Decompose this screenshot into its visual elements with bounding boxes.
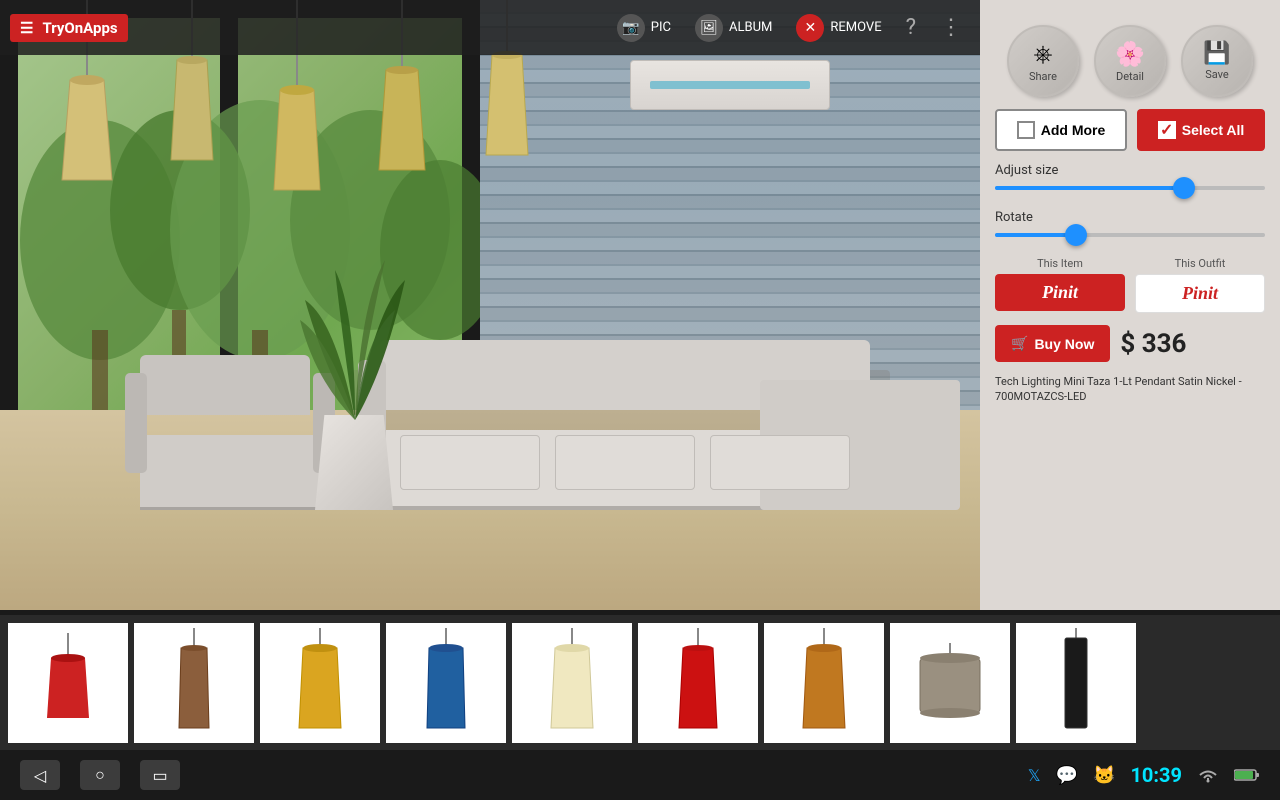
price-display: $ 336	[1120, 329, 1186, 359]
thumb-pendant-5	[545, 628, 600, 738]
save-button[interactable]: 💾 Save	[1181, 25, 1253, 97]
status-icons: 𝕏 💬 🐱 10:39	[1028, 763, 1260, 787]
app-logo[interactable]: ☰ TryOnApps	[10, 14, 128, 42]
select-all-checkbox: ✓	[1158, 121, 1176, 139]
remove-button[interactable]: ✕ REMOVE	[788, 10, 889, 46]
selection-buttons: Add More ✓ Select All	[995, 109, 1265, 151]
help-button[interactable]: ?	[898, 15, 924, 40]
user-icon[interactable]: 🐱	[1093, 765, 1115, 786]
thumbnail-6[interactable]	[638, 623, 758, 743]
thumb-pendant-6	[671, 628, 726, 738]
pin-section: This Item Pinit This Outfit Pinit	[995, 257, 1265, 313]
app-name: TryOnApps	[42, 19, 117, 37]
share-button[interactable]: ⎈ Share	[1007, 25, 1079, 97]
save-icon: 💾	[1203, 41, 1230, 66]
this-item-pin-button[interactable]: Pinit	[995, 274, 1125, 311]
wifi-icon	[1197, 766, 1219, 784]
rotate-label: Rotate	[995, 210, 1265, 225]
plant-leaves	[295, 220, 415, 420]
main-scene: ☰ TryOnApps 📷 PIC 🖼 ALBUM ✕ REMOVE ? ⋮	[0, 0, 980, 610]
home-button[interactable]: ○	[80, 760, 120, 790]
adjust-size-label: Adjust size	[995, 163, 1265, 178]
status-time: 10:39	[1130, 763, 1182, 787]
thumbnail-7[interactable]	[764, 623, 884, 743]
thumb-pendant-3	[293, 628, 348, 738]
thumbnail-strip	[0, 615, 1280, 750]
album-button[interactable]: 🖼 ALBUM	[687, 10, 780, 46]
pinit-this-outfit: Pinit	[1182, 283, 1218, 304]
album-icon: 🖼	[695, 14, 723, 42]
plant	[315, 415, 393, 510]
detail-label: Detail	[1116, 70, 1144, 83]
this-item-label: This Item	[1037, 257, 1083, 270]
action-row: ⎈ Share 🌸 Detail 💾 Save	[995, 25, 1265, 97]
thumbnail-3[interactable]	[260, 623, 380, 743]
back-button[interactable]: ◁	[20, 760, 60, 790]
buy-now-label: Buy Now	[1034, 336, 1094, 352]
add-more-button[interactable]: Add More	[995, 109, 1127, 151]
this-outfit-pin-button[interactable]: Pinit	[1135, 274, 1265, 313]
rotate-slider[interactable]	[995, 225, 1265, 245]
select-all-label: Select All	[1182, 122, 1245, 138]
status-bar: ◁ ○ ▭ 𝕏 💬 🐱 10:39	[0, 750, 1280, 800]
thumbnail-8[interactable]	[890, 623, 1010, 743]
thumb-pendant-9	[1059, 628, 1094, 738]
thumbnail-1[interactable]	[8, 623, 128, 743]
thumb-pendant-1	[43, 633, 93, 733]
save-label: Save	[1205, 68, 1229, 81]
thumbnail-5[interactable]	[512, 623, 632, 743]
thumb-pendant-8	[915, 643, 985, 723]
thumbnail-4[interactable]	[386, 623, 506, 743]
adjust-size-thumb[interactable]	[1173, 177, 1195, 199]
detail-icon: 🌸	[1115, 40, 1145, 68]
sofa	[380, 340, 940, 510]
thumbnail-2[interactable]	[134, 623, 254, 743]
thumbnail-9[interactable]	[1016, 623, 1136, 743]
chat-icon[interactable]: 💬	[1056, 765, 1078, 786]
album-label: ALBUM	[729, 20, 772, 35]
adjust-size-fill	[995, 186, 1184, 190]
thumb-pendant-4	[419, 628, 474, 738]
rotate-section: Rotate	[995, 210, 1265, 245]
pic-label: PIC	[651, 20, 671, 35]
rotate-thumb[interactable]	[1065, 224, 1087, 246]
add-more-label: Add More	[1041, 122, 1106, 138]
detail-button[interactable]: 🌸 Detail	[1094, 25, 1166, 97]
twitter-icon[interactable]: 𝕏	[1028, 766, 1041, 785]
camera-icon: 📷	[617, 14, 645, 42]
this-outfit-col: This Outfit Pinit	[1135, 257, 1265, 313]
this-outfit-label: This Outfit	[1175, 257, 1226, 270]
buy-section: 🛒 Buy Now $ 336	[995, 325, 1265, 362]
ac-unit	[630, 60, 830, 110]
product-name: Tech Lighting Mini Taza 1-Lt Pendant Sat…	[995, 374, 1265, 405]
right-controls-panel: ⎈ Share 🌸 Detail 💾 Save Add More ✓ Selec…	[980, 0, 1280, 610]
pic-button[interactable]: 📷 PIC	[609, 10, 679, 46]
buy-now-button[interactable]: 🛒 Buy Now	[995, 325, 1110, 362]
select-all-button[interactable]: ✓ Select All	[1137, 109, 1265, 151]
cart-icon: 🛒	[1011, 335, 1028, 352]
hamburger-icon[interactable]: ☰	[20, 19, 33, 37]
battery-icon	[1234, 768, 1260, 782]
recents-button[interactable]: ▭	[140, 760, 180, 790]
thumb-pendant-2	[169, 628, 219, 738]
more-options-button[interactable]: ⋮	[932, 15, 970, 40]
adjust-size-section: Adjust size	[995, 163, 1265, 198]
this-item-col: This Item Pinit	[995, 257, 1125, 313]
share-icon: ⎈	[1033, 40, 1052, 68]
remove-icon: ✕	[796, 14, 824, 42]
rotate-fill	[995, 233, 1076, 237]
add-more-checkbox	[1017, 121, 1035, 139]
adjust-size-slider[interactable]	[995, 178, 1265, 198]
thumb-pendant-7	[797, 628, 852, 738]
adjust-size-track	[995, 186, 1265, 190]
pinit-this-item: Pinit	[1042, 282, 1078, 303]
share-label: Share	[1029, 70, 1057, 83]
rotate-track	[995, 233, 1265, 237]
top-toolbar: ☰ TryOnApps 📷 PIC 🖼 ALBUM ✕ REMOVE ? ⋮	[0, 0, 980, 55]
remove-label: REMOVE	[830, 20, 881, 35]
